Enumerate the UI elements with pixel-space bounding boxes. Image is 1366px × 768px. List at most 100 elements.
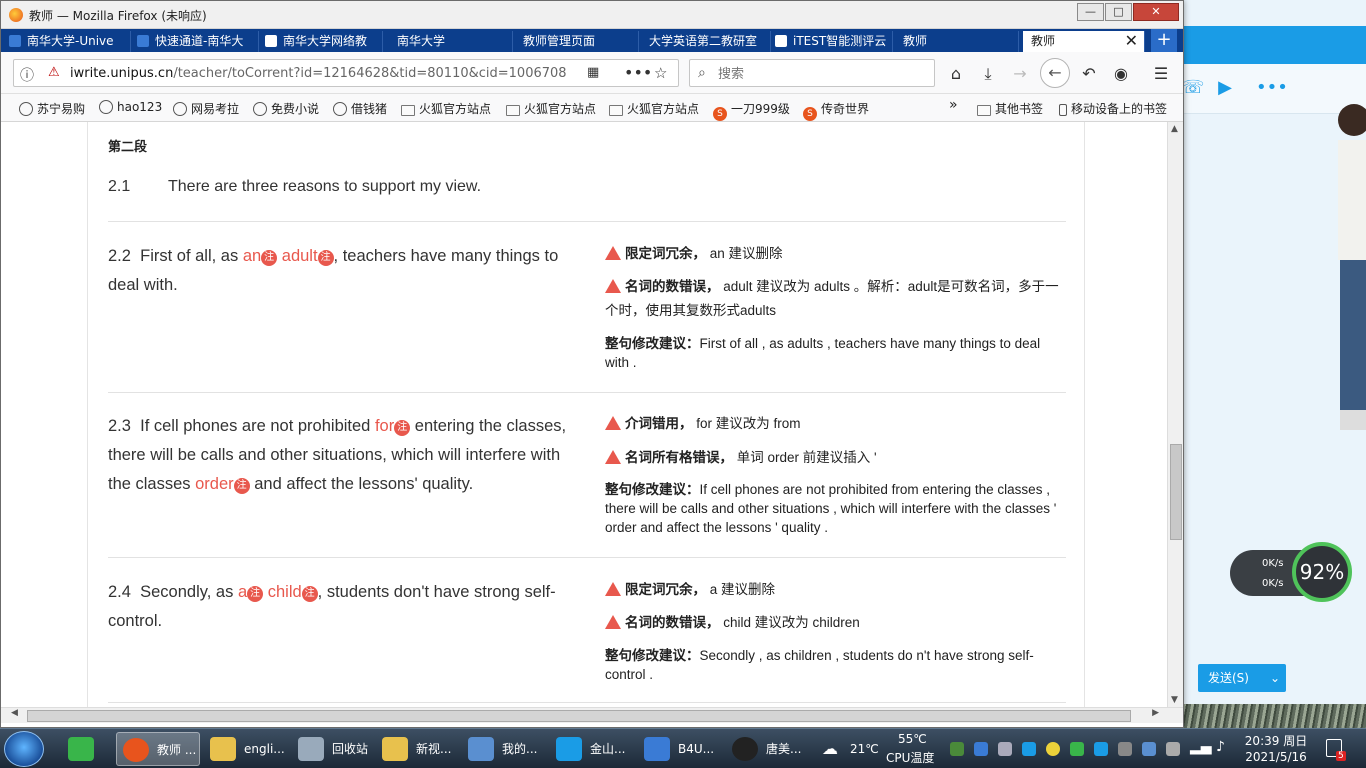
tray-app-icon[interactable] bbox=[1070, 742, 1084, 756]
tab-network-teaching[interactable]: 南华大学网络教 bbox=[265, 31, 383, 52]
new-tab-button[interactable]: + bbox=[1151, 29, 1177, 52]
bookmark-hao123[interactable]: hao123 bbox=[99, 100, 162, 114]
volume-icon[interactable]: ♪ bbox=[1216, 739, 1225, 755]
bookmark-firefox-2[interactable]: 火狐官方站点 bbox=[506, 100, 596, 117]
scroll-left-icon[interactable]: ◀ bbox=[11, 708, 18, 718]
scroll-up-icon[interactable]: ▲ bbox=[1171, 124, 1178, 134]
memory-gauge[interactable]: 92% bbox=[1292, 542, 1352, 602]
url-bar[interactable]: ⓘ ⚠ iwrite.unipus.cn/teacher/toCorrent?i… bbox=[13, 59, 679, 87]
taskbar-firefox[interactable]: 教师 ... bbox=[116, 732, 200, 766]
network-icon[interactable] bbox=[1166, 742, 1180, 756]
taskbar-recycle-bin[interactable]: 回收站 bbox=[292, 732, 378, 766]
tray-app-icon[interactable] bbox=[998, 742, 1012, 756]
bookmark-yidao[interactable]: S 一刀999级 bbox=[713, 100, 790, 121]
url-text[interactable]: iwrite.unipus.cn/teacher/toCorrent?id=12… bbox=[70, 66, 590, 81]
sentence-suggestion: 整句修改建议：First of all , as adults , teache… bbox=[605, 336, 1041, 370]
account-icon[interactable]: ◉ bbox=[1109, 64, 1133, 83]
page-actions-icon[interactable]: ••• bbox=[624, 63, 652, 82]
search-box[interactable]: ⌕ bbox=[689, 59, 935, 87]
tab-nhu[interactable]: 南华大学 bbox=[391, 31, 513, 52]
more-options-icon[interactable]: ••• bbox=[1256, 78, 1288, 98]
tray-app-icon[interactable] bbox=[1094, 742, 1108, 756]
qq-header bbox=[1180, 26, 1366, 64]
bookmark-mobile[interactable]: 移动设备上的书签 bbox=[1059, 100, 1167, 117]
bookmark-kaola[interactable]: 网易考拉 bbox=[173, 100, 239, 117]
weather-icon[interactable]: ☁ bbox=[822, 739, 838, 758]
scroll-down-icon[interactable]: ▼ bbox=[1171, 695, 1178, 705]
annotation-marker[interactable]: 注 bbox=[394, 420, 411, 436]
error-word[interactable]: a bbox=[238, 583, 247, 601]
tab-teacher-admin[interactable]: 教师管理页面 bbox=[517, 31, 639, 52]
bookmark-firefox-3[interactable]: 火狐官方站点 bbox=[609, 100, 699, 117]
scroll-right-icon[interactable]: ▶ bbox=[1152, 708, 1159, 718]
mobile-device-icon bbox=[1059, 104, 1067, 116]
send-button[interactable]: 发送(S) ⌄ bbox=[1198, 664, 1286, 692]
tray-app-icon[interactable] bbox=[950, 742, 964, 756]
computer-icon bbox=[468, 737, 494, 761]
annotation-marker[interactable]: 注 bbox=[317, 250, 334, 266]
tab-fast-channel[interactable]: 快速通道-南华大 bbox=[137, 31, 259, 52]
taskbar-my-computer[interactable]: 我的... bbox=[462, 732, 548, 766]
tray-app-icon[interactable] bbox=[1046, 742, 1060, 756]
bookmark-suning[interactable]: 苏宁易购 bbox=[19, 100, 85, 117]
taskbar-kingsoft[interactable]: 金山... bbox=[550, 732, 636, 766]
error-word[interactable]: an bbox=[243, 247, 261, 265]
window-controls: — □ ✕ bbox=[1076, 3, 1179, 21]
annotation-marker[interactable]: 注 bbox=[247, 586, 264, 602]
close-tab-icon[interactable]: ✕ bbox=[1125, 31, 1138, 51]
close-window-button[interactable]: ✕ bbox=[1133, 3, 1179, 21]
clock[interactable]: 20:39 周日 2021/5/16 bbox=[1244, 733, 1308, 765]
chevron-down-icon[interactable]: ⌄ bbox=[1270, 664, 1280, 692]
error-word[interactable]: order bbox=[195, 475, 234, 493]
tab-english-office[interactable]: 大学英语第二教研室 bbox=[643, 31, 771, 52]
bookmark-novel[interactable]: 免费小说 bbox=[253, 100, 319, 117]
usb-icon[interactable] bbox=[1118, 742, 1132, 756]
back-button[interactable]: ← bbox=[1040, 58, 1070, 88]
bookmark-firefox-1[interactable]: 火狐官方站点 bbox=[401, 100, 491, 117]
bookmark-other[interactable]: 其他书签 bbox=[977, 100, 1043, 117]
vertical-scroll-thumb[interactable] bbox=[1170, 444, 1182, 540]
horizontal-scrollbar[interactable]: ◀ ▶ bbox=[1, 707, 1183, 723]
shield-icon[interactable] bbox=[1142, 742, 1156, 756]
horizontal-scroll-thumb[interactable] bbox=[27, 710, 1131, 722]
search-input[interactable] bbox=[718, 65, 918, 83]
feedback-item: 限定词冗余， an 建议删除 bbox=[605, 242, 1065, 266]
tab-itest[interactable]: iTEST智能测评云 bbox=[775, 31, 893, 52]
site-info-icon[interactable]: ⓘ bbox=[20, 65, 34, 85]
error-word[interactable]: child bbox=[268, 583, 302, 601]
media-player-icon[interactable] bbox=[56, 732, 106, 766]
signal-icon[interactable]: ▂▄ bbox=[1190, 739, 1212, 755]
bookmark-chuanqi[interactable]: S 传奇世界 bbox=[803, 100, 869, 121]
tray-app-icon[interactable] bbox=[974, 742, 988, 756]
home-icon[interactable]: ⌂ bbox=[944, 64, 968, 83]
error-word[interactable]: for bbox=[375, 417, 394, 435]
tray-app-icon[interactable] bbox=[1022, 742, 1036, 756]
bookmark-star-icon[interactable]: ☆ bbox=[654, 64, 667, 82]
minimize-button[interactable]: — bbox=[1077, 3, 1104, 21]
bookmark-jieqianzhu[interactable]: 借钱猪 bbox=[333, 100, 387, 117]
annotation-marker[interactable]: 注 bbox=[233, 478, 250, 494]
annotation-marker[interactable]: 注 bbox=[301, 586, 318, 602]
video-call-icon[interactable]: ▶ bbox=[1212, 78, 1238, 98]
taskbar-b4u[interactable]: B4U... bbox=[638, 732, 724, 766]
tab-nhu-univ[interactable]: 南华大学-Unive bbox=[9, 31, 131, 52]
taskbar-english-folder[interactable]: engli... bbox=[204, 732, 290, 766]
tab-teacher-active[interactable]: 教师 ✕ bbox=[1023, 31, 1145, 52]
error-word[interactable]: adult bbox=[282, 247, 318, 265]
taskbar-xinshi-folder[interactable]: 新视... bbox=[376, 732, 462, 766]
tab-teacher-1[interactable]: 教师 bbox=[897, 31, 1019, 52]
maximize-button[interactable]: □ bbox=[1105, 3, 1132, 21]
downloads-icon[interactable]: ⤓ bbox=[976, 64, 1000, 84]
vertical-scrollbar[interactable]: ▲ ▼ bbox=[1167, 122, 1183, 707]
qr-code-icon[interactable]: ▦ bbox=[587, 65, 599, 80]
start-button[interactable] bbox=[4, 731, 44, 767]
forward-icon[interactable]: → bbox=[1008, 64, 1032, 83]
bookmarks-overflow-icon[interactable]: » bbox=[949, 97, 958, 113]
feedback-item: 名词的数错误， child 建议改为 children bbox=[605, 611, 1065, 635]
undo-icon[interactable]: ↶ bbox=[1077, 64, 1101, 83]
annotation-marker[interactable]: 注 bbox=[261, 250, 278, 266]
insecure-lock-icon[interactable]: ⚠ bbox=[48, 65, 60, 80]
taskbar-qq[interactable]: 唐美... bbox=[726, 732, 812, 766]
sentence-2-2: 2.2 First of all, as an 注 adult 注, teacher… bbox=[108, 247, 559, 294]
menu-icon[interactable]: ☰ bbox=[1149, 64, 1173, 83]
